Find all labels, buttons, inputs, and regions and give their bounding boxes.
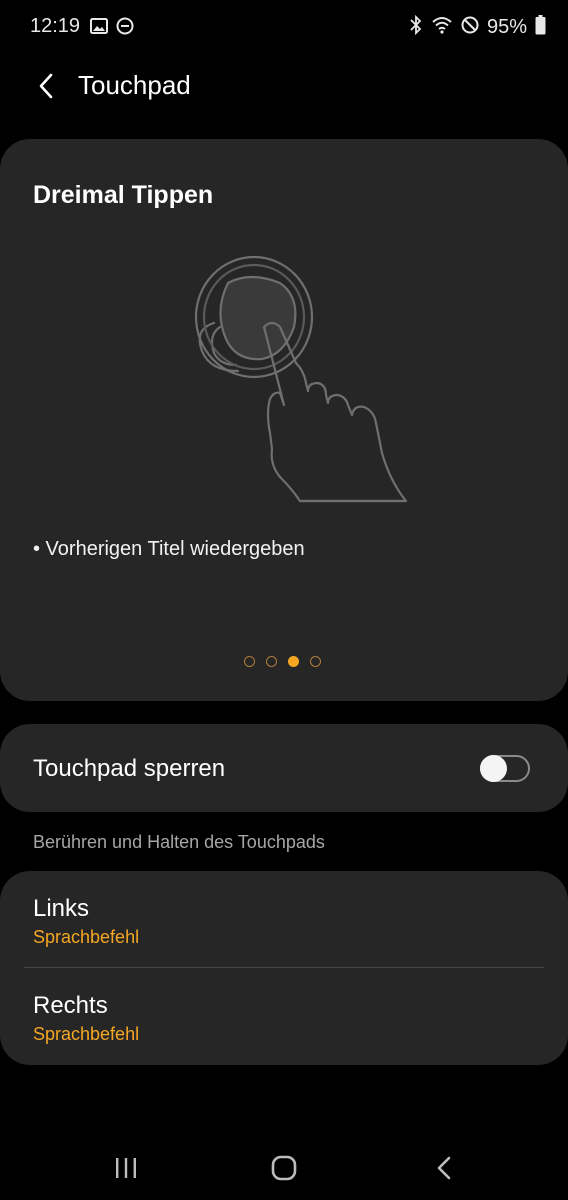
hold-item-left[interactable]: Links Sprachbefehl: [0, 871, 568, 968]
home-button[interactable]: [264, 1152, 304, 1184]
blocked-icon: [461, 16, 479, 39]
image-icon: [90, 17, 108, 40]
page-dot-3-active[interactable]: [288, 656, 299, 667]
tutorial-card[interactable]: Dreimal Tippen • Vorherigen Titel wieder…: [0, 139, 568, 701]
status-time: 12:19: [30, 15, 81, 37]
recents-icon: [116, 1158, 136, 1178]
chevron-left-icon: [39, 73, 53, 99]
hold-item-title: Rechts: [33, 992, 108, 1019]
page-title: Touchpad: [78, 70, 191, 100]
hold-item-title: Links: [33, 895, 90, 922]
home-icon: [271, 1155, 297, 1181]
app-bar: Touchpad: [0, 56, 568, 116]
lock-touchpad-label: Touchpad sperren: [33, 755, 226, 782]
navigation-bar: [0, 1134, 568, 1200]
lock-touchpad-row[interactable]: Touchpad sperren: [0, 724, 568, 812]
touch-and-hold-card: Links Sprachbefehl Rechts Sprachbefehl: [0, 871, 568, 1065]
page-dot-1[interactable]: [244, 656, 255, 667]
tutorial-description: • Vorherigen Titel wiedergeben: [33, 538, 305, 560]
bluetooth-icon: [409, 14, 423, 40]
toggle-knob: [480, 755, 507, 782]
page-dot-2[interactable]: [266, 656, 277, 667]
hold-item-right[interactable]: Rechts Sprachbefehl: [0, 968, 568, 1065]
hold-item-value: Sprachbefehl: [33, 927, 140, 947]
lock-touchpad-toggle[interactable]: [480, 755, 530, 782]
status-bar: 12:19 95%: [0, 0, 568, 56]
nav-back-button[interactable]: [424, 1152, 464, 1184]
battery-percent: 95%: [486, 16, 527, 38]
back-icon: [437, 1156, 451, 1180]
page-dot-4[interactable]: [310, 656, 321, 667]
hold-item-value: Sprachbefehl: [33, 1024, 140, 1044]
back-button[interactable]: [26, 66, 66, 106]
touchpad-illustration: [180, 243, 410, 507]
page-indicator: [244, 656, 321, 667]
dnd-icon: [116, 17, 134, 40]
section-header: Berühren und Halten des Touchpads: [33, 832, 325, 852]
battery-icon: [535, 15, 546, 40]
recent-apps-button[interactable]: [106, 1152, 146, 1184]
tutorial-title: Dreimal Tippen: [33, 181, 214, 209]
wifi-icon: [431, 16, 453, 39]
